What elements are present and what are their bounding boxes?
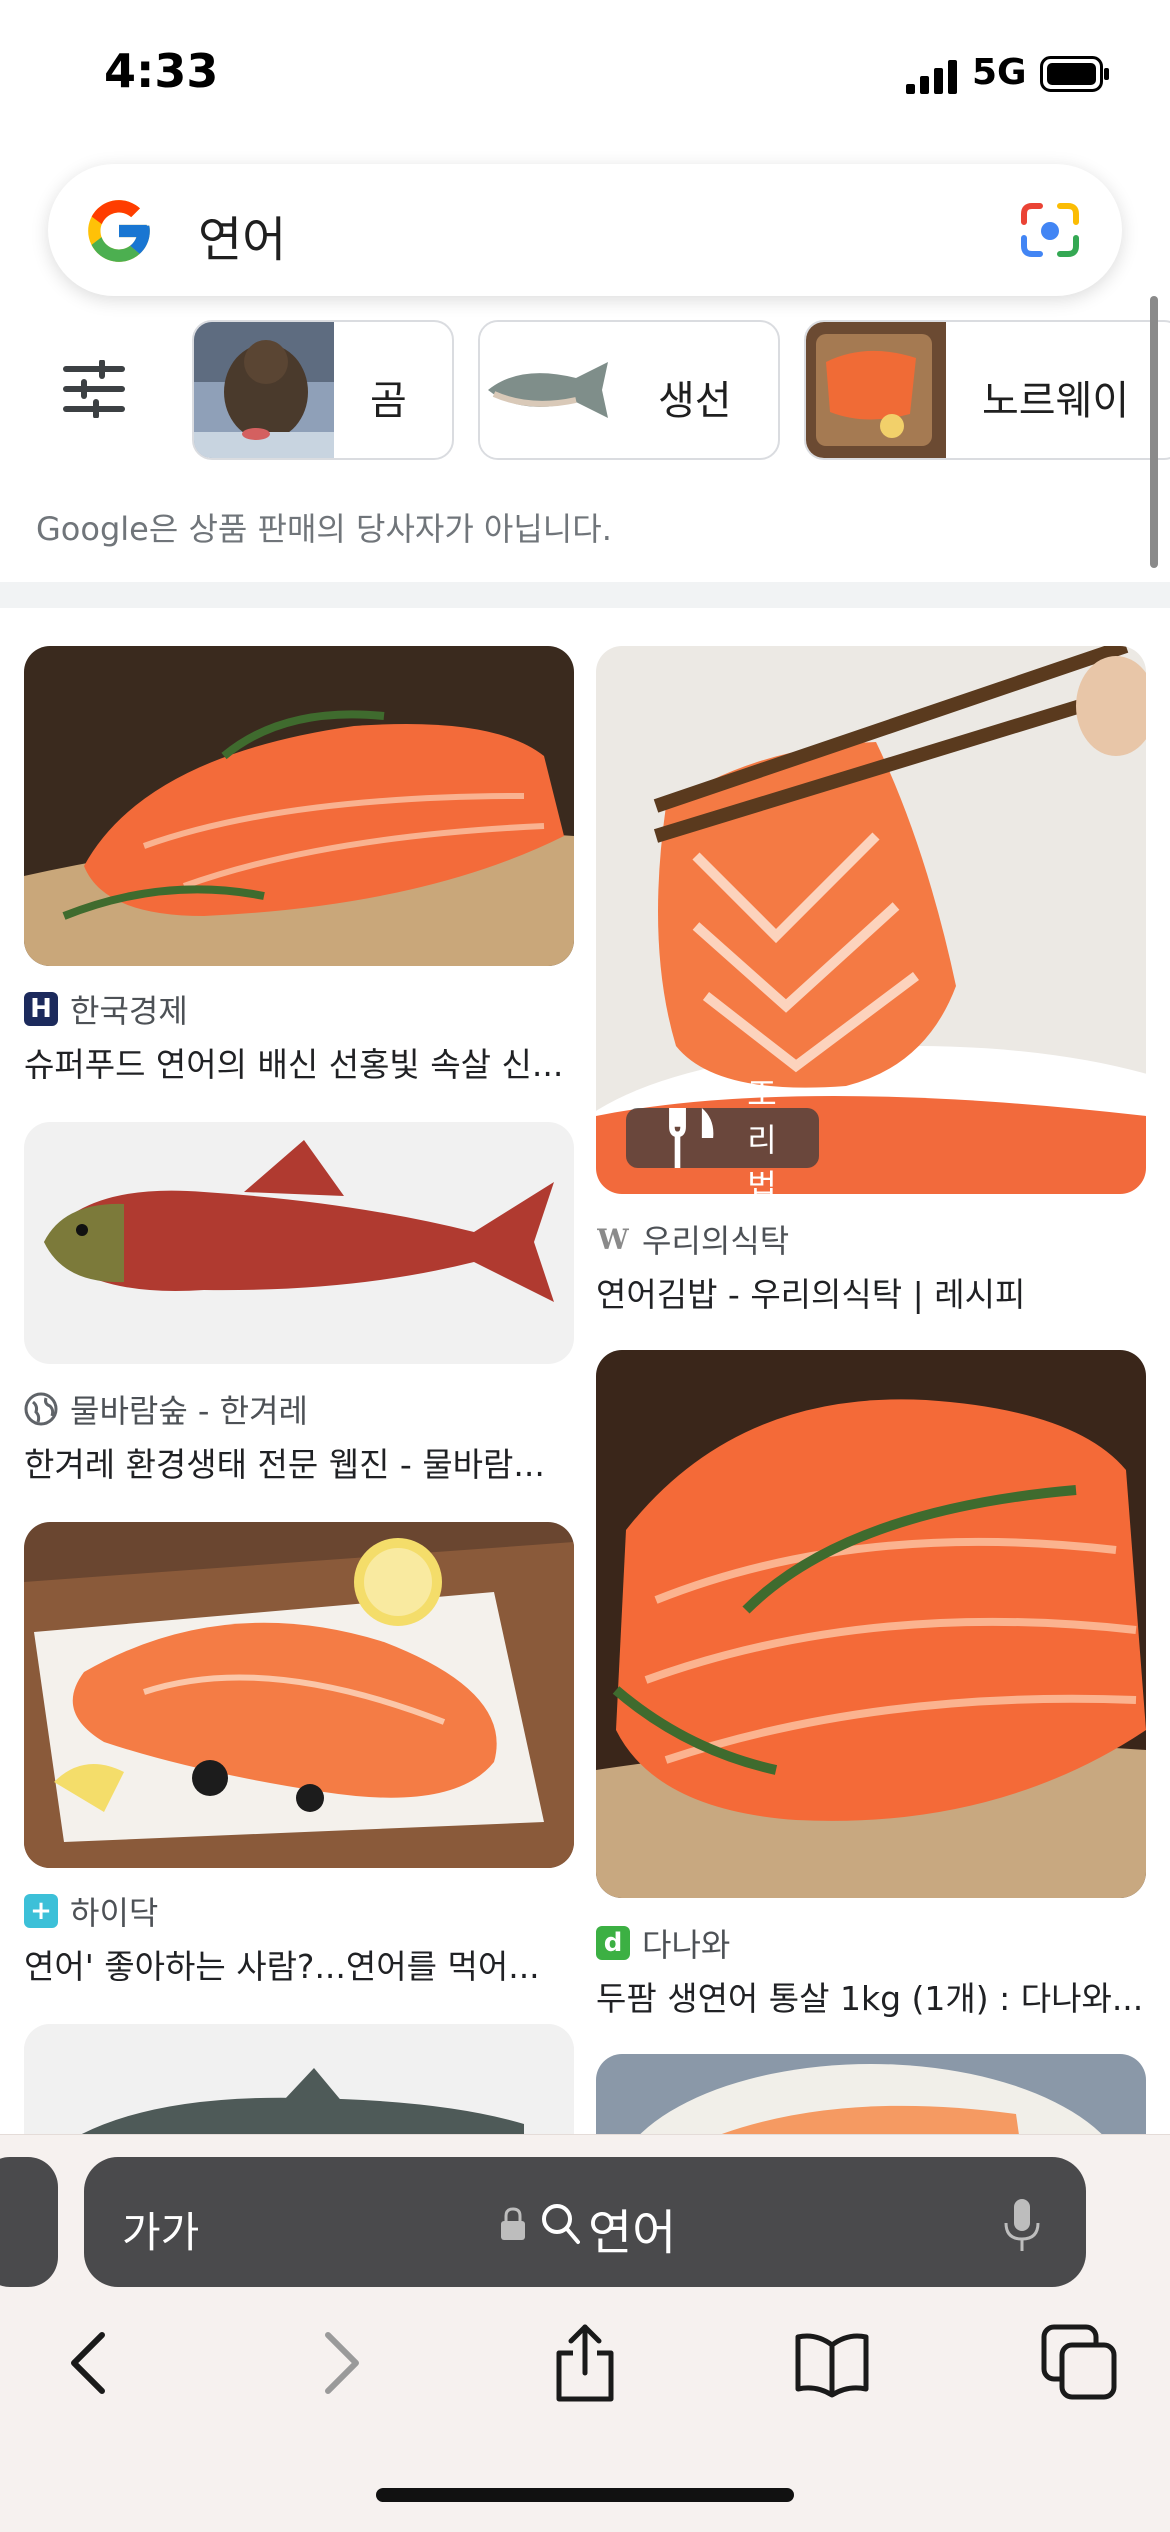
salmon-chopsticks-image[interactable]: 조리법 <box>596 646 1146 1194</box>
chevron-right-icon[interactable] <box>300 2323 380 2403</box>
globe-icon <box>24 1392 58 1426</box>
battery-icon <box>1040 56 1109 92</box>
fish-thumbnail <box>480 322 620 458</box>
danawa-favicon-icon: d <box>596 1926 630 1960</box>
address-bar[interactable]: 가가 연어 <box>84 2157 1086 2287</box>
source-name: 다나와 <box>642 1926 731 1964</box>
status-time: 4:33 <box>104 44 219 98</box>
fork-knife-icon <box>669 1108 714 1168</box>
scrollbar[interactable] <box>1150 296 1158 568</box>
book-icon[interactable] <box>792 2323 872 2403</box>
result-title[interactable]: 연어' 좋아하는 사람?...연어를 먹어... <box>24 1940 574 1988</box>
salmon-fillet-image[interactable] <box>24 646 574 966</box>
result-source[interactable]: d 다나와 <box>596 1920 730 1966</box>
whole-salmon-image[interactable] <box>24 2024 574 2134</box>
recipe-badge: 조리법 <box>626 1075 819 1194</box>
raw-salmon-image[interactable] <box>596 1350 1146 1898</box>
search-icon <box>542 2204 580 2244</box>
result-title[interactable]: 연어김밥 - 우리의식탁 | 레시피 <box>596 1268 1146 1316</box>
section-separator <box>0 582 1170 608</box>
sockeye-salmon-image[interactable] <box>24 1122 574 1364</box>
result-card[interactable] <box>24 2024 574 2134</box>
source-name: 하이닥 <box>70 1894 159 1932</box>
signal-icon <box>906 60 957 94</box>
address-query[interactable]: 연어 <box>588 2193 676 2263</box>
result-title[interactable]: 슈퍼푸드 연어의 배신 선홍빛 속살 신... <box>24 1038 574 1086</box>
share-icon[interactable] <box>545 2323 625 2403</box>
chip-label: 곰 <box>370 378 407 424</box>
source-name: 물바람숲 - 한겨레 <box>70 1392 308 1430</box>
disclaimer-text: Google은 상품 판매의 당사자가 아닙니다. <box>36 510 612 548</box>
chip-fish[interactable]: 생선 <box>478 320 780 460</box>
result-card[interactable]: + 하이닥 연어' 좋아하는 사람?...연어를 먹어... <box>24 1522 574 1992</box>
home-indicator[interactable] <box>376 2488 794 2502</box>
result-card[interactable] <box>596 2054 1146 2134</box>
chip-label: 노르웨이 <box>982 378 1130 424</box>
salmon-steak-image[interactable] <box>24 1522 574 1868</box>
text-size-button[interactable]: 가가 <box>122 2199 199 2260</box>
hidoc-favicon-icon: + <box>24 1894 58 1928</box>
source-name: 우리의식탁 <box>642 1222 790 1260</box>
woori-favicon-icon: W <box>597 1222 629 1256</box>
status-bar: 4:33 5G <box>0 0 1170 150</box>
tune-icon[interactable] <box>62 360 126 418</box>
browser-toolbar: 가가 연어 <box>0 2134 1170 2532</box>
hankyung-favicon-icon: H <box>24 992 58 1026</box>
result-card[interactable]: 조리법 W 우리의식탁 연어김밥 - 우리의식탁 | 레시피 <box>596 646 1146 1316</box>
chevron-left-icon[interactable] <box>50 2323 130 2403</box>
lock-icon <box>501 2207 525 2240</box>
result-source[interactable]: W 우리의식탁 <box>596 1216 789 1262</box>
badge-label: 조리법 <box>747 1075 777 1194</box>
result-title[interactable]: 한겨레 환경생태 전문 웹진 - 물바람... <box>24 1438 574 1486</box>
result-source[interactable]: + 하이닥 <box>24 1888 158 1934</box>
result-source[interactable]: H 한국경제 <box>24 986 188 1032</box>
chip-norway[interactable]: 노르웨이 <box>804 320 1170 460</box>
bear-thumbnail <box>194 322 334 458</box>
source-name: 한국경제 <box>70 992 188 1030</box>
chip-label: 생선 <box>658 378 732 424</box>
result-card[interactable]: 물바람숲 - 한겨레 한겨레 환경생태 전문 웹진 - 물바람... <box>24 1122 574 1484</box>
result-card[interactable]: d 다나와 두팜 생연어 통살 1kg (1개) : 다나와... <box>596 1350 1146 2020</box>
salmon-board-thumbnail <box>806 322 946 458</box>
network-label: 5G <box>972 52 1027 93</box>
tabs-icon[interactable] <box>1040 2323 1120 2403</box>
search-query[interactable]: 연어 <box>198 200 286 270</box>
result-title[interactable]: 두팜 생연어 통살 1kg (1개) : 다나와... <box>596 1972 1146 2020</box>
google-logo-icon <box>88 200 150 262</box>
previous-tab[interactable] <box>0 2157 58 2287</box>
result-card[interactable]: H 한국경제 슈퍼푸드 연어의 배신 선홍빛 속살 신... <box>24 646 574 1084</box>
salmon-plate-image[interactable] <box>596 2054 1146 2134</box>
google-lens-icon[interactable] <box>1018 200 1082 260</box>
mic-icon[interactable] <box>1002 2197 1042 2253</box>
search-box[interactable]: 연어 <box>48 164 1122 296</box>
result-source[interactable]: 물바람숲 - 한겨레 <box>24 1386 308 1432</box>
chip-bear[interactable]: 곰 <box>192 320 454 460</box>
filter-chips: 곰 생선 노르웨이 <box>0 320 1170 460</box>
